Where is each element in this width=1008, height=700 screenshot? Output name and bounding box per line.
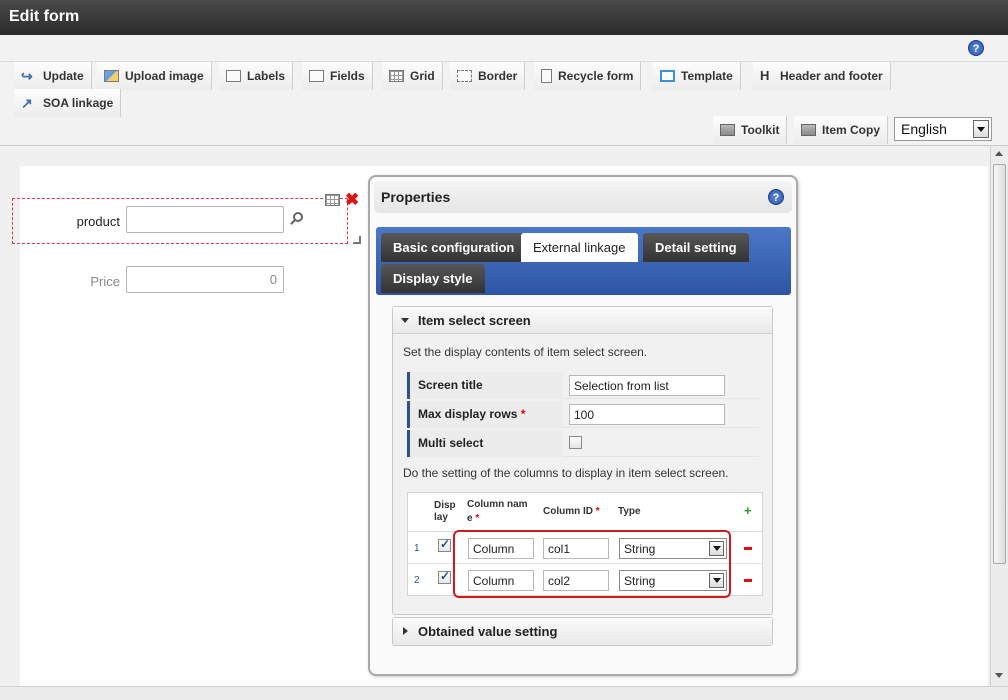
- row-number: 1: [414, 543, 420, 554]
- columns-description: Do the setting of the columns to display…: [403, 466, 729, 480]
- scroll-up-icon[interactable]: [991, 146, 1008, 162]
- vertical-scrollbar[interactable]: [990, 146, 1008, 686]
- language-select[interactable]: English: [894, 117, 992, 141]
- chevron-down-icon[interactable]: [973, 120, 989, 138]
- properties-panel: Properties ? Basic configuration Externa…: [368, 175, 798, 676]
- col-header-type: Type: [618, 506, 641, 517]
- upload-image-icon: [104, 70, 119, 82]
- grid-button[interactable]: Grid: [382, 62, 443, 90]
- labels-label: Labels: [247, 69, 286, 83]
- update-icon: ↪: [21, 68, 33, 84]
- grid-label: Grid: [410, 69, 435, 83]
- properties-header: Properties ?: [374, 181, 792, 213]
- help-icon[interactable]: ?: [968, 40, 984, 56]
- recycle-form-icon: [541, 69, 552, 83]
- max-rows-label: Max display rows: [418, 407, 518, 421]
- labels-button[interactable]: Labels: [219, 62, 294, 90]
- expand-triangle-icon: [403, 627, 408, 635]
- search-icon[interactable]: [289, 212, 305, 228]
- screen-title-row: Screen title Selection from list: [407, 372, 759, 399]
- columns-highlight-box: [453, 530, 731, 598]
- screen-title-label: Screen title: [407, 372, 563, 399]
- toolkit-icon: [720, 124, 735, 136]
- template-icon: [660, 70, 675, 82]
- header-footer-button[interactable]: H Header and footer: [753, 62, 891, 90]
- item-select-description: Set the display contents of item select …: [403, 345, 648, 359]
- price-label: Price: [90, 274, 120, 289]
- obtained-value-title: Obtained value setting: [418, 624, 558, 639]
- border-icon: [457, 70, 472, 82]
- remove-column-icon[interactable]: [744, 579, 752, 582]
- properties-help-icon[interactable]: ?: [768, 189, 784, 205]
- display-checkbox[interactable]: [438, 569, 451, 584]
- grid-icon: [389, 70, 404, 82]
- item-copy-button[interactable]: Item Copy: [794, 116, 889, 144]
- max-rows-row: Max display rows * 100: [407, 401, 759, 428]
- fields-icon: [309, 70, 324, 82]
- header-footer-icon: H: [760, 68, 770, 83]
- resize-handle-icon[interactable]: [353, 236, 361, 244]
- window-title: Edit form: [0, 0, 1008, 35]
- max-rows-input[interactable]: 100: [569, 404, 725, 425]
- max-rows-label-cell: Max display rows *: [407, 401, 563, 428]
- delete-field-icon[interactable]: ✖: [345, 190, 359, 210]
- fields-button[interactable]: Fields: [302, 62, 373, 90]
- multi-select-label: Multi select: [407, 430, 563, 457]
- item-copy-label: Item Copy: [822, 123, 881, 137]
- multi-select-row: Multi select: [407, 430, 759, 457]
- item-copy-icon: [801, 124, 816, 136]
- border-label: Border: [478, 69, 518, 83]
- toolkit-label: Toolkit: [741, 123, 780, 137]
- col-header-id: Column ID *: [543, 506, 600, 517]
- scroll-thumb[interactable]: [993, 164, 1006, 564]
- tab-display-style[interactable]: Display style: [381, 264, 485, 293]
- update-label: Update: [43, 69, 84, 83]
- obtained-value-section: Obtained value setting: [392, 617, 773, 646]
- template-label: Template: [681, 69, 733, 83]
- language-value: English: [901, 121, 947, 137]
- recycle-form-button[interactable]: Recycle form: [534, 62, 642, 90]
- product-label: product: [76, 214, 120, 229]
- field-grid-icon[interactable]: [325, 194, 340, 206]
- display-checkbox[interactable]: [438, 537, 451, 552]
- border-button[interactable]: Border: [450, 62, 526, 90]
- tab-external-linkage[interactable]: External linkage: [521, 233, 638, 262]
- properties-tabs: Basic configuration External linkage Det…: [376, 227, 791, 295]
- recycle-form-label: Recycle form: [558, 69, 634, 83]
- toolkit-button[interactable]: Toolkit: [713, 116, 788, 144]
- upload-image-label: Upload image: [125, 69, 204, 83]
- help-bar: ?: [0, 35, 1008, 62]
- item-select-header[interactable]: Item select screen: [393, 307, 772, 334]
- product-input[interactable]: [126, 206, 284, 233]
- multi-select-checkbox[interactable]: [569, 436, 582, 449]
- tab-basic-configuration[interactable]: Basic configuration: [381, 233, 527, 262]
- update-button[interactable]: ↪ Update: [14, 62, 92, 90]
- fields-label: Fields: [330, 69, 365, 83]
- item-select-title: Item select screen: [418, 313, 531, 328]
- remove-column-icon[interactable]: [744, 547, 752, 550]
- header-footer-label: Header and footer: [780, 69, 883, 83]
- scroll-down-icon[interactable]: [991, 668, 1008, 684]
- horizontal-scrollbar[interactable]: [0, 686, 1008, 700]
- tab-detail-setting[interactable]: Detail setting: [643, 233, 749, 262]
- collapse-triangle-icon: [401, 318, 409, 323]
- soa-linkage-icon: ↗: [21, 95, 33, 111]
- upload-image-button[interactable]: Upload image: [97, 62, 212, 90]
- col-header-display: Disp lay: [434, 500, 456, 523]
- soa-linkage-button[interactable]: ↗ SOA linkage: [14, 89, 122, 117]
- screen-title-input[interactable]: Selection from list: [569, 375, 725, 396]
- price-input[interactable]: 0: [126, 266, 284, 293]
- properties-title: Properties: [381, 189, 451, 205]
- labels-icon: [226, 70, 241, 82]
- obtained-value-header[interactable]: Obtained value setting: [393, 618, 772, 645]
- toolbar: ↪ Update Upload image Labels Fields Grid…: [0, 62, 1008, 146]
- soa-linkage-label: SOA linkage: [43, 96, 114, 110]
- add-column-icon[interactable]: +: [744, 503, 752, 518]
- template-button[interactable]: Template: [653, 62, 741, 90]
- required-mark: *: [520, 407, 526, 421]
- row-number: 2: [414, 575, 420, 586]
- col-header-name: Column nam e *: [467, 499, 528, 524]
